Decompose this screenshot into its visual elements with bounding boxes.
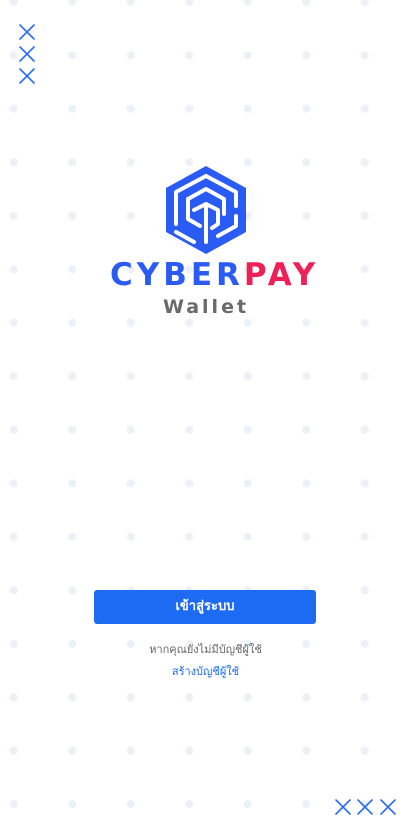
- top-left-x-marks-icon: [16, 20, 40, 88]
- bottom-right-x-marks-icon: [332, 796, 402, 820]
- brand-subtitle: Wallet: [162, 296, 250, 318]
- register-link[interactable]: สร้างบัญชีผู้ใช้: [130, 663, 281, 681]
- no-account-text: หากคุณยังไม่มีบัญชีผู้ใช้: [149, 643, 262, 656]
- dot-pattern-background: [0, 0, 411, 823]
- brand-name-pay: PAY: [243, 257, 320, 293]
- brand-name-cyber: CYBER: [110, 257, 244, 293]
- cube-maze-logo-icon: [163, 164, 249, 260]
- cyberpay-wallet-logo: CYBERPAY Wallet: [110, 160, 315, 324]
- login-button[interactable]: เข้าสู่ระบบ: [94, 590, 316, 624]
- brand-name: CYBERPAY: [110, 257, 315, 293]
